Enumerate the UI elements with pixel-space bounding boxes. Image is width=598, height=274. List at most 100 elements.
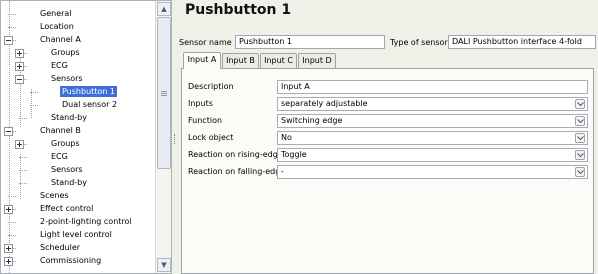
tree-item[interactable]: Dual sensor 2: [1, 98, 155, 111]
param-label: Reaction on rising-edge: [188, 150, 283, 159]
tree-item-label: Dual sensor 2: [62, 100, 118, 109]
tree-item[interactable]: Channel A: [1, 33, 155, 46]
tree-scrollbar[interactable]: ▲ ▼: [155, 1, 171, 273]
param-value: Toggle: [281, 150, 307, 159]
tree-connector: [30, 92, 38, 93]
tree-connector: [8, 222, 16, 223]
tree-item-label: Pushbutton 1: [60, 86, 118, 97]
arrow-up-icon[interactable]: ▲: [157, 2, 171, 16]
tree-item[interactable]: Scheduler: [1, 241, 155, 254]
tree-item[interactable]: Effect control: [1, 202, 155, 215]
param-row: Reaction on falling-edge -: [182, 164, 593, 181]
tree-item[interactable]: Sensors: [1, 163, 155, 176]
chevron-down-icon[interactable]: [575, 116, 585, 126]
param-row: Lock object No: [182, 130, 593, 147]
tree-item-label: ECG: [51, 152, 68, 161]
param-value: Input A: [281, 82, 310, 91]
tree-item-label: Scenes: [40, 191, 69, 200]
param-row: Reaction on rising-edge Toggle: [182, 147, 593, 164]
param-row: Function Switching edge: [182, 113, 593, 130]
param-text-field[interactable]: Input A: [277, 80, 588, 94]
tree-item[interactable]: Commissioning: [1, 254, 155, 267]
expand-icon[interactable]: [15, 49, 24, 58]
arrow-down-icon[interactable]: ▼: [157, 258, 171, 272]
param-dropdown[interactable]: No: [277, 131, 588, 145]
sensor-name-label: Sensor name: [179, 38, 232, 47]
tab-input-d[interactable]: Input D: [298, 53, 336, 68]
param-value: No: [281, 133, 292, 142]
tree-item[interactable]: General: [1, 7, 155, 20]
expand-icon[interactable]: [15, 140, 24, 149]
tree-item[interactable]: Pushbutton 1: [1, 85, 155, 98]
param-label: Lock object: [188, 133, 234, 142]
tree-item[interactable]: Sensors: [1, 72, 155, 85]
tree-item[interactable]: Groups: [1, 137, 155, 150]
param-value: separately adjustable: [281, 99, 368, 108]
param-label: Function: [188, 116, 223, 125]
expand-icon[interactable]: [15, 62, 24, 71]
tree-item-label: General: [40, 9, 72, 18]
splitter-grip-icon: [174, 134, 176, 144]
tree-connector: [19, 157, 27, 158]
expand-icon[interactable]: [4, 244, 13, 253]
tree-item-label: Groups: [51, 48, 80, 57]
tree-item-label: Light level control: [40, 230, 112, 239]
tree-connector: [30, 105, 38, 106]
collapse-icon[interactable]: [15, 75, 24, 84]
chevron-down-icon[interactable]: [575, 167, 585, 177]
scrollbar-thumb[interactable]: [157, 17, 171, 169]
tree-item-label: Sensors: [51, 74, 83, 83]
tree-item-label: Commissioning: [40, 256, 102, 265]
tree-item[interactable]: Light level control: [1, 228, 155, 241]
param-row: Inputs separately adjustable: [182, 96, 593, 113]
tree-item-label: Stand-by: [51, 113, 87, 122]
sensor-name-field[interactable]: Pushbutton 1: [235, 35, 385, 49]
tab-input-c[interactable]: Input C: [260, 53, 297, 68]
expand-icon[interactable]: [4, 257, 13, 266]
param-dropdown[interactable]: separately adjustable: [277, 97, 588, 111]
expand-icon[interactable]: [4, 205, 13, 214]
tree-item-label: Sensors: [51, 165, 83, 174]
tree-connector: [19, 183, 27, 184]
tree-items: General Location Channel A Groups ECG Sensors…: [1, 1, 155, 273]
tree-item[interactable]: ECG: [1, 59, 155, 72]
param-label: Inputs: [188, 99, 213, 108]
param-dropdown[interactable]: -: [277, 165, 588, 179]
tree-item-label: Groups: [51, 139, 80, 148]
tree-connector: [8, 14, 16, 15]
page-title: Pushbutton 1: [185, 2, 292, 18]
param-row: Description Input A: [182, 79, 593, 96]
tree-connector: [19, 170, 27, 171]
project-tree[interactable]: General Location Channel A Groups ECG Sensors…: [0, 0, 172, 274]
tree-item-label: Channel B: [40, 126, 81, 135]
tree-item[interactable]: Groups: [1, 46, 155, 59]
tab-input-b[interactable]: Input B: [222, 53, 259, 68]
tree-item[interactable]: 2-point-lighting control: [1, 215, 155, 228]
tree-connector: [19, 118, 27, 119]
param-dropdown[interactable]: Switching edge: [277, 114, 588, 128]
chevron-down-icon[interactable]: [575, 133, 585, 143]
param-label: Description: [188, 82, 234, 91]
param-value: Switching edge: [281, 116, 343, 125]
chevron-down-icon[interactable]: [575, 150, 585, 160]
tree-item[interactable]: Scenes: [1, 189, 155, 202]
collapse-icon[interactable]: [4, 127, 13, 136]
chevron-down-icon[interactable]: [575, 99, 585, 109]
tab-input-a[interactable]: Input A: [183, 52, 221, 69]
tree-item-label: ECG: [51, 61, 68, 70]
tree-item[interactable]: Channel B: [1, 124, 155, 137]
tree-item-label: Scheduler: [40, 243, 81, 252]
param-dropdown[interactable]: Toggle: [277, 148, 588, 162]
sensor-type-label: Type of sensor:: [390, 38, 451, 47]
param-label: Reaction on falling-edge: [188, 167, 286, 176]
tree-item[interactable]: ECG: [1, 150, 155, 163]
tree-item-label: Effect control: [40, 204, 94, 213]
tree-item-label: Location: [40, 22, 74, 31]
tree-item[interactable]: Location: [1, 20, 155, 33]
tree-connector: [8, 27, 16, 28]
param-value: -: [281, 167, 284, 176]
collapse-icon[interactable]: [4, 36, 13, 45]
tree-item[interactable]: Stand-by: [1, 111, 155, 124]
grip-icon: [161, 91, 167, 96]
tree-item[interactable]: Stand-by: [1, 176, 155, 189]
